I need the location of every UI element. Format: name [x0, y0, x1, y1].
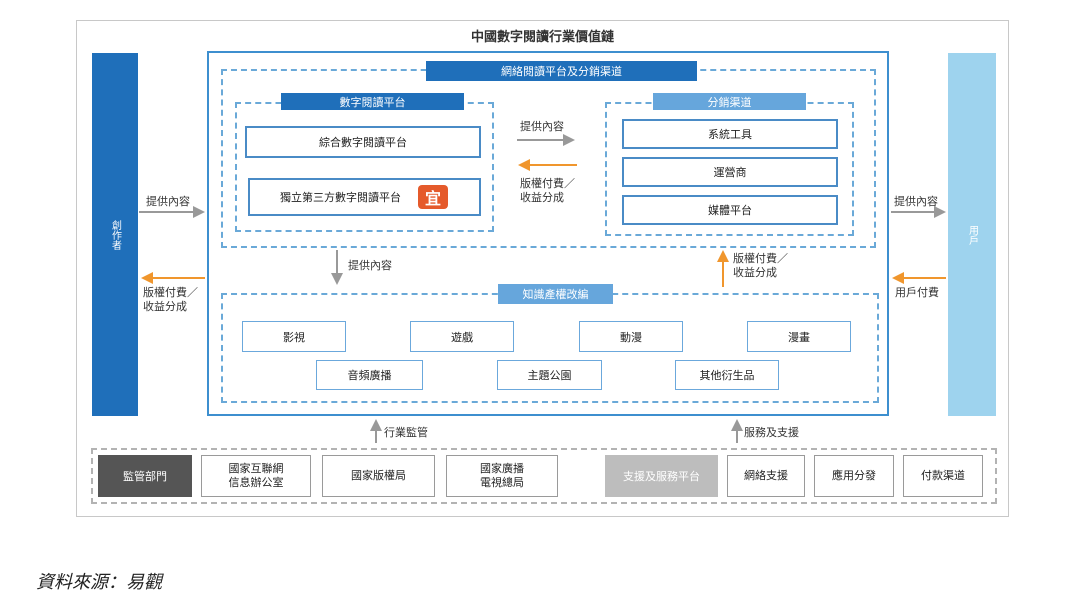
support-item-app-distribution: 應用分發 [814, 455, 894, 497]
supervision-item-cac-line2: 信息辦公室 [228, 476, 284, 489]
label-distribution-royalty: 版權付費／ 收益分成 [520, 177, 575, 205]
label-distribution-royalty-line2: 收益分成 [520, 191, 564, 204]
label-user-payment: 用戶付費 [895, 286, 939, 299]
supervision-item-copyright: 國家版權局 [322, 455, 435, 497]
label-ip-provide: 提供內容 [348, 259, 392, 272]
supervision-header: 監管部門 [98, 455, 192, 497]
label-ip-royalty-line1: 版權付費／ [733, 252, 788, 265]
label-ip-royalty-line2: 收益分成 [733, 266, 777, 279]
supervision-item-sarft-line2: 電視總局 [480, 476, 524, 489]
source-note: 資料來源：易觀 [36, 572, 162, 593]
label-service-support: 服務及支援 [744, 426, 799, 439]
support-item-network: 網絡支援 [727, 455, 805, 497]
label-creator-royalty: 版權付費／ 收益分成 [143, 286, 198, 314]
label-ip-royalty: 版權付費／ 收益分成 [733, 252, 788, 280]
label-creator-provide: 提供內容 [146, 195, 190, 208]
label-industry-supervision: 行業監管 [384, 426, 428, 439]
label-distribution-royalty-line1: 版權付費／ [520, 177, 575, 190]
supervision-item-sarft-line1: 國家廣播 [480, 462, 524, 475]
label-creator-royalty-line2: 收益分成 [143, 300, 187, 313]
label-user-provide: 提供內容 [894, 195, 938, 208]
label-creator-royalty-line1: 版權付費／ [143, 286, 198, 299]
support-item-payment: 付款渠道 [903, 455, 983, 497]
support-header: 支援及服務平台 [605, 455, 718, 497]
supervision-item-sarft: 國家廣播 電視總局 [446, 455, 558, 497]
supervision-item-cac-line1: 國家互聯網 [228, 462, 284, 475]
label-platform-provide: 提供內容 [520, 120, 564, 133]
supervision-item-cac: 國家互聯網 信息辦公室 [201, 455, 311, 497]
